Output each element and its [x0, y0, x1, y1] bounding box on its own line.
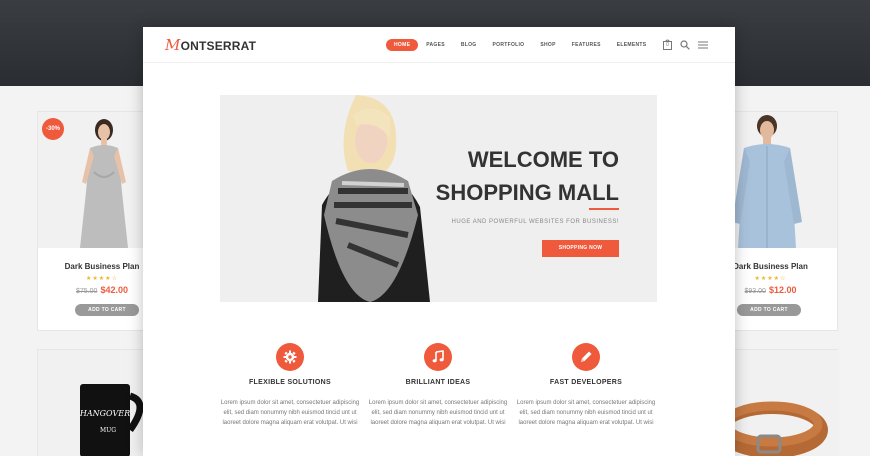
music-note-icon: [424, 343, 452, 371]
feature-text: Lorem ipsum dolor sit amet, consectetuer…: [511, 398, 661, 428]
nav-item-home[interactable]: HOME: [386, 39, 419, 51]
feature-text-line: laoreet dolore magna aliquam erat volutp…: [518, 420, 654, 426]
svg-text:HANGOVER: HANGOVER: [79, 409, 130, 418]
feature-text: Lorem ipsum dolor sit amet, consectetuer…: [215, 398, 365, 428]
feature-text-line: Lorem ipsum dolor sit amet, consectetuer…: [368, 400, 508, 406]
feature-fast-developers: FAST DEVELOPERS Lorem ipsum dolor sit am…: [511, 343, 661, 428]
nav-item-portfolio[interactable]: PORTFOLIO: [485, 39, 533, 51]
feature-title: FAST DEVELOPERS: [549, 379, 623, 386]
svg-text:MUG: MUG: [100, 427, 116, 434]
nav-item-blog[interactable]: BLOG: [453, 39, 485, 51]
nav-item-pages[interactable]: PAGES: [418, 39, 453, 51]
new-price: $12.00: [768, 285, 797, 295]
add-to-cart-button[interactable]: ADD TO CART: [75, 304, 139, 316]
add-to-cart-button[interactable]: ADD TO CART: [737, 304, 801, 316]
old-price: $75.00: [76, 288, 98, 295]
feature-text-line: Lorem ipsum dolor sit amet, consectetuer…: [220, 400, 360, 406]
pencil-icon: [572, 343, 600, 371]
hero-subtitle: HUGE AND POWERFUL WEBSITES FOR BUSINESS!: [451, 219, 619, 225]
nav-item-elements[interactable]: ELEMENTS: [609, 39, 655, 51]
cart-count: 0: [666, 42, 669, 48]
feature-text-line: elit, sed diam nonummy nibh euismod tinc…: [223, 410, 357, 416]
logo-initial: M: [165, 36, 181, 54]
feature-text-line: Lorem ipsum dolor sit amet, consectetuer…: [516, 400, 656, 406]
menu-icon[interactable]: [698, 41, 708, 49]
hero-accent-line: [589, 208, 619, 210]
new-price: $42.00: [100, 285, 128, 295]
hero-model-image: [318, 95, 430, 302]
sale-badge: -30%: [42, 118, 64, 140]
header-icons: 0: [663, 39, 708, 50]
feature-text-line: elit, sed diam nonummy nibh euismod tinc…: [519, 410, 653, 416]
feature-text-line: laoreet dolore magna aliquam erat volutp…: [222, 420, 358, 426]
hero-title-line1: WELCOME TO: [467, 147, 619, 172]
feature-text-line: elit, sed diam nonummy nibh euismod tinc…: [371, 410, 505, 416]
cart-icon[interactable]: 0: [663, 39, 672, 50]
feature-flexible-solutions: FLEXIBLE SOLUTIONS Lorem ipsum dolor sit…: [215, 343, 365, 428]
feature-text: Lorem ipsum dolor sit amet, consectetuer…: [363, 398, 513, 428]
old-price: $93.00: [744, 288, 766, 295]
feature-brilliant-ideas: BRILLIANT IDEAS Lorem ipsum dolor sit am…: [363, 343, 513, 428]
nav-item-shop[interactable]: SHOP: [532, 39, 563, 51]
feature-title: FLEXIBLE SOLUTIONS: [248, 379, 331, 386]
search-icon[interactable]: [680, 39, 690, 50]
hero-title-line2: SHOPPING MALL: [435, 180, 619, 205]
feature-text-line: laoreet dolore magna aliquam erat volutp…: [370, 420, 506, 426]
site-logo[interactable]: MONTSERRAT: [165, 36, 256, 54]
site-header: MONTSERRAT HOME PAGES BLOG PORTFOLIO SHO…: [143, 27, 735, 63]
shopping-now-button[interactable]: SHOPPING NOW: [542, 240, 619, 257]
feature-title: BRILLIANT IDEAS: [405, 379, 471, 386]
main-nav: HOME PAGES BLOG PORTFOLIO SHOP FEATURES …: [386, 39, 654, 51]
logo-text: ONTSERRAT: [180, 39, 257, 53]
site-preview: MONTSERRAT HOME PAGES BLOG PORTFOLIO SHO…: [143, 27, 735, 456]
hero-title: WELCOME TO SHOPPING MALL: [436, 143, 619, 209]
hero-banner: WELCOME TO SHOPPING MALL HUGE AND POWERF…: [220, 95, 657, 302]
nav-item-features[interactable]: FEATURES: [564, 39, 609, 51]
gear-icon: [276, 343, 304, 371]
